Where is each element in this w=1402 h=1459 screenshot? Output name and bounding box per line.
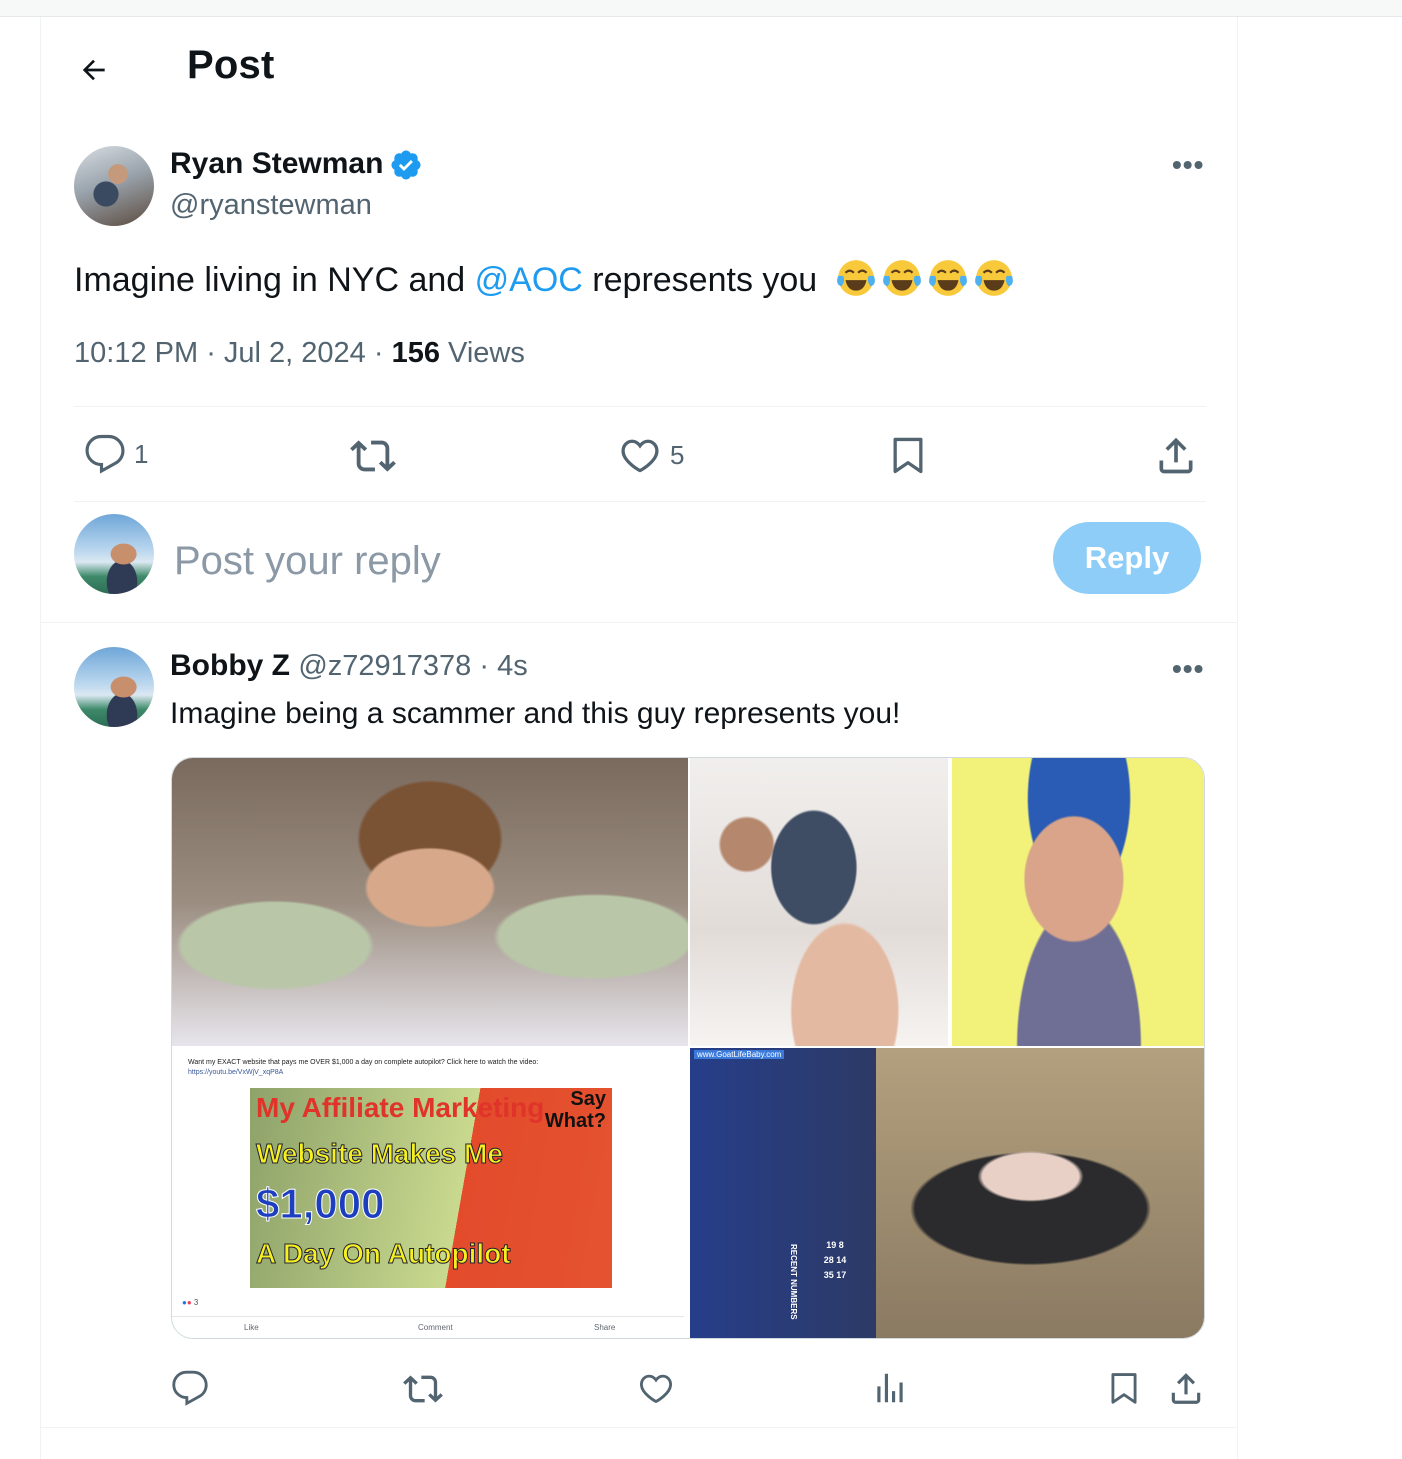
- tears-of-joy-emoji-icon: [836, 260, 875, 296]
- emoji-group: [835, 257, 1015, 299]
- fb-action-row: Like Comment Share: [172, 1316, 684, 1338]
- page-header: Post: [41, 17, 1237, 121]
- bookmark-icon: [893, 437, 923, 474]
- avatar[interactable]: [74, 647, 154, 727]
- fb-caption: Want my EXACT website that pays me OVER …: [188, 1058, 668, 1078]
- more-options-button[interactable]: •••: [1172, 653, 1204, 685]
- roulette-label: RECENT NUMBERS: [789, 1244, 798, 1320]
- media-image-couch[interactable]: [690, 758, 948, 1046]
- promo-line: A Day On Autopilot: [256, 1238, 512, 1270]
- browser-top-edge: [0, 0, 1402, 17]
- like-action[interactable]: 5: [618, 433, 684, 477]
- author-handle[interactable]: @ryanstewman: [170, 189, 372, 222]
- views-label: Views: [448, 337, 525, 369]
- tweet-text-start: Imagine living in NYC and: [74, 261, 475, 299]
- fb-comment: Comment: [418, 1323, 453, 1332]
- reply-action-bar: [171, 1367, 1205, 1413]
- share-action[interactable]: [1154, 433, 1198, 477]
- reply-tweet[interactable]: Bobby Z @z72917378 · 4s ••• Imagine bein…: [41, 623, 1237, 1428]
- avatar[interactable]: [74, 514, 154, 594]
- views-count: 156: [391, 337, 440, 369]
- divider: [74, 406, 1206, 407]
- tweet-text: Imagine being a scammer and this guy rep…: [170, 697, 901, 730]
- share-icon[interactable]: [1167, 1369, 1205, 1407]
- post-time-ago[interactable]: 4s: [497, 650, 528, 682]
- bookmark-action[interactable]: [886, 433, 930, 477]
- roulette-site-tag: www.GoatLifeBaby.com: [694, 1050, 785, 1059]
- like-count: 5: [670, 439, 685, 470]
- promo-thumbnail: My Affiliate Marketing Website Makes Me …: [250, 1088, 612, 1288]
- reply-button[interactable]: Reply: [1053, 522, 1201, 594]
- post-date[interactable]: Jul 2, 2024: [224, 337, 366, 369]
- reply-input[interactable]: Post your reply: [174, 539, 441, 584]
- post-action-bar: 1 5: [74, 409, 1206, 501]
- reply-icon[interactable]: [171, 1369, 209, 1407]
- more-options-button[interactable]: •••: [1172, 149, 1204, 181]
- tweet-text: Imagine living in NYC and @AOC represent…: [74, 257, 1015, 302]
- media-image-money-man[interactable]: [172, 758, 688, 1046]
- media-image-roulette-hoodie[interactable]: www.GoatLifeBaby.com RECENT NUMBERS 19 8…: [690, 1048, 1204, 1338]
- promo-say: What?: [544, 1110, 606, 1132]
- post-meta: 10:12 PM · Jul 2, 2024 · 156 Views: [74, 337, 525, 369]
- share-icon: [1159, 437, 1193, 474]
- reply-count: 1: [134, 438, 149, 469]
- author-handle[interactable]: @z72917378: [298, 650, 471, 682]
- reply-action[interactable]: 1: [84, 433, 148, 475]
- promo-line: $1,000: [255, 1180, 385, 1228]
- repost-action[interactable]: [350, 433, 396, 479]
- post-time[interactable]: 10:12 PM: [74, 337, 198, 369]
- fb-like: Like: [244, 1323, 259, 1332]
- mention-link[interactable]: @AOC: [475, 261, 583, 299]
- promo-line: Website Makes Me: [256, 1138, 504, 1170]
- heart-icon[interactable]: [637, 1369, 675, 1407]
- fb-link: https://youtu.be/VxWjV_xqP8A: [188, 1069, 284, 1076]
- fb-reactions: ●● 3: [182, 1298, 199, 1307]
- author-name[interactable]: Ryan Stewman: [170, 147, 383, 181]
- fb-caption-text: Want my EXACT website that pays me OVER …: [188, 1059, 539, 1066]
- repost-icon[interactable]: [403, 1369, 443, 1409]
- promo-line: My Affiliate Marketing: [256, 1092, 545, 1123]
- media-grid[interactable]: Want my EXACT website that pays me OVER …: [171, 757, 1205, 1339]
- bookmark-icon[interactable]: [1105, 1369, 1143, 1407]
- verified-badge-icon[interactable]: [389, 148, 423, 182]
- fb-reaction-count: 3: [193, 1298, 199, 1307]
- page-title: Post: [187, 43, 275, 87]
- back-button[interactable]: [71, 47, 117, 93]
- author-name[interactable]: Bobby Z: [170, 649, 290, 682]
- timeline-column: Post Ryan Stewman @ryanstewman ••• Imagi…: [40, 17, 1238, 1459]
- media-image-surprised-man[interactable]: [952, 758, 1204, 1046]
- fb-share: Share: [594, 1323, 616, 1332]
- tears-of-joy-emoji-icon: [928, 260, 967, 296]
- promo-say: Say: [570, 1088, 606, 1110]
- tweet-text-end: represents you: [582, 261, 818, 299]
- media-image-facebook-post[interactable]: Want my EXACT website that pays me OVER …: [172, 1048, 688, 1338]
- reply-header: Bobby Z @z72917378 · 4s: [170, 649, 528, 682]
- tears-of-joy-emoji-icon: [974, 260, 1013, 296]
- analytics-icon[interactable]: [871, 1369, 909, 1407]
- repost-icon: [350, 440, 396, 472]
- tears-of-joy-emoji-icon: [882, 260, 921, 296]
- roulette-numbers: 19 8 28 14 35 17: [823, 1240, 847, 1280]
- reply-composer: Post your reply Reply: [41, 501, 1237, 623]
- reply-icon: [85, 434, 125, 474]
- heart-icon: [621, 439, 659, 473]
- avatar[interactable]: [74, 146, 154, 226]
- promo-bubble: Say What?: [545, 1088, 606, 1132]
- arrow-left-icon: [82, 59, 105, 81]
